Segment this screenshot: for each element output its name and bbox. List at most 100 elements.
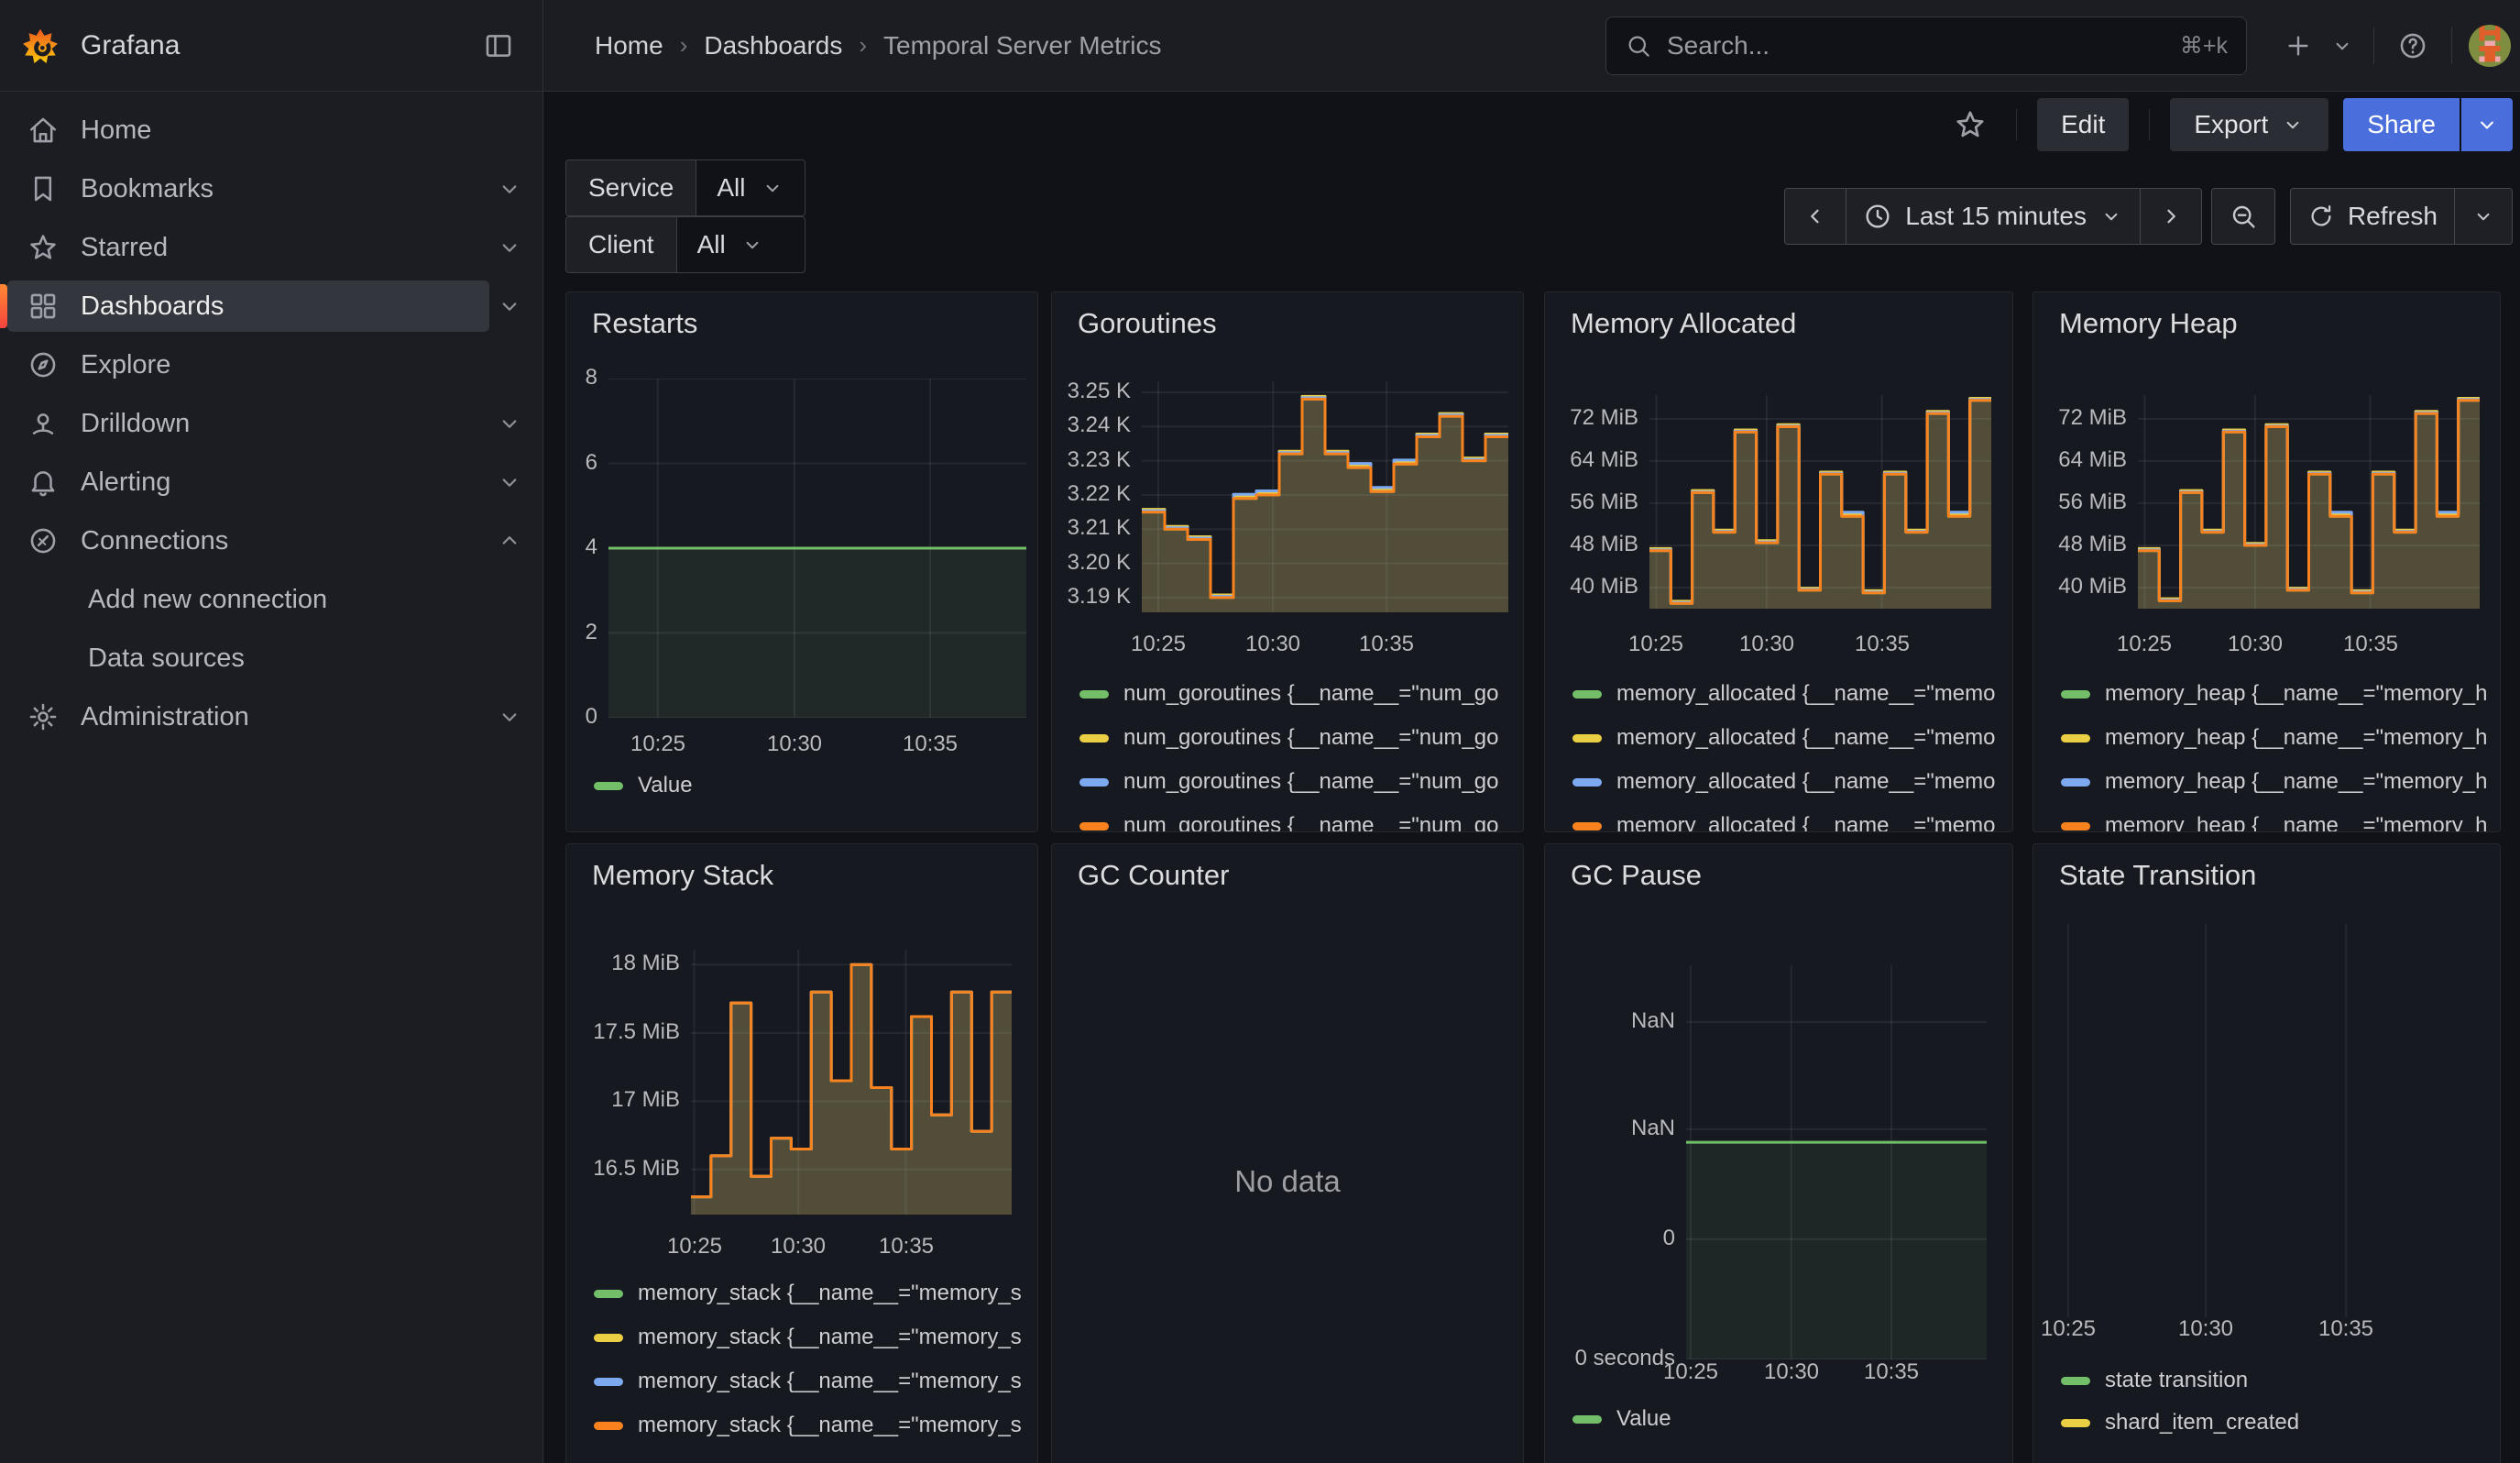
legend-item[interactable]: memory_stack {__name__="memory_s xyxy=(594,1271,1032,1315)
nav-brand-section: Grafana xyxy=(0,0,543,91)
sidebar-link-add-new-connection[interactable]: Add new connection xyxy=(7,574,542,625)
chart-canvas[interactable] xyxy=(1142,381,1508,612)
search-input[interactable]: Search... ⌘+k xyxy=(1605,16,2247,75)
legend-item[interactable]: memory_heap {__name__="memory_h xyxy=(2061,760,2494,804)
legend-label: state transition xyxy=(2105,1368,2248,1393)
legend-swatch xyxy=(2061,822,2090,830)
chart-canvas[interactable] xyxy=(1649,395,1991,609)
legend-item[interactable]: num_goroutines {__name__="num_go xyxy=(1079,804,1517,832)
panel-title[interactable]: Memory Allocated xyxy=(1571,307,1796,340)
y-axis-label: NaN xyxy=(1544,1116,1675,1141)
legend-item[interactable]: num_goroutines {__name__="num_go xyxy=(1079,760,1517,804)
panel-gc-pause: GC PauseNaNNaN00 seconds10:2510:3010:35V… xyxy=(1544,843,2013,1463)
y-axis-label: 2 xyxy=(565,620,597,645)
legend-item[interactable]: memory_stack {__name__="memory_s xyxy=(594,1359,1032,1403)
chart-canvas[interactable] xyxy=(1686,965,1987,1359)
x-axis-label: 10:35 xyxy=(842,1234,970,1260)
sidebar: Home Bookmarks Starred Dashboards Explore Dri… xyxy=(0,92,543,1463)
legend-label: memory_heap {__name__="memory_h xyxy=(2105,725,2487,751)
y-axis-label: 4 xyxy=(565,534,597,560)
sidebar-item-label: Alerting xyxy=(81,468,170,498)
legend-label: memory_stack {__name__="memory_s xyxy=(638,1281,1022,1306)
legend-item[interactable]: num_goroutines {__name__="num_go xyxy=(1079,672,1517,716)
sidebar-drilldown-toggle[interactable] xyxy=(489,403,530,444)
chart-canvas[interactable] xyxy=(2052,924,2494,1317)
gear-icon xyxy=(27,701,59,732)
profile-avatar[interactable] xyxy=(2469,25,2511,67)
legend-item[interactable]: memory_allocated {__name__="memo xyxy=(1572,716,2007,760)
sidebar-link-drilldown[interactable]: Drilldown xyxy=(7,398,489,449)
chart-canvas[interactable] xyxy=(691,950,1012,1215)
legend-item[interactable]: memory_allocated {__name__="memo xyxy=(1572,760,2007,804)
panel-memory-allocated: Memory Allocated72 MiB64 MiB56 MiB48 MiB… xyxy=(1544,292,2013,832)
legend-item[interactable]: memory_heap {__name__="memory_h xyxy=(2061,672,2494,716)
panel-grid: Restarts8642010:2510:3010:35ValueGorouti… xyxy=(543,92,2520,1463)
sidebar-link-connections[interactable]: Connections xyxy=(7,515,489,566)
legend-item[interactable]: memory_heap {__name__="memory_h xyxy=(2061,804,2494,832)
sidebar-link-home[interactable]: Home xyxy=(7,104,542,156)
nav-actions: Search... ⌘+k xyxy=(1605,16,2511,75)
legend-label: num_goroutines {__name__="num_go xyxy=(1123,681,1499,707)
search-shortcut: ⌘+k xyxy=(2180,32,2228,60)
panel-title[interactable]: Restarts xyxy=(592,307,697,340)
y-axis-label: 48 MiB xyxy=(2032,532,2127,557)
panel-title[interactable]: Memory Heap xyxy=(2059,307,2238,340)
y-axis-label: 3.24 K xyxy=(1051,412,1131,438)
y-axis-label: 3.21 K xyxy=(1051,515,1131,541)
legend-swatch xyxy=(2061,1419,2090,1427)
sidebar-link-explore[interactable]: Explore xyxy=(7,339,542,390)
legend-item[interactable]: Value xyxy=(594,764,1032,808)
panel-title[interactable]: Memory Stack xyxy=(592,859,773,892)
legend-item[interactable]: memory_heap {__name__="memory_h xyxy=(2061,716,2494,760)
brand-title: Grafana xyxy=(81,30,473,61)
chevron-down-icon xyxy=(496,468,523,496)
chart-canvas[interactable] xyxy=(2138,395,2480,609)
panel-title[interactable]: Goroutines xyxy=(1078,307,1217,340)
legend-item[interactable]: memory_allocated {__name__="memo xyxy=(1572,804,2007,832)
dock-menu-icon[interactable] xyxy=(473,20,524,72)
sidebar-dashboards-toggle[interactable] xyxy=(489,286,530,326)
sidebar-starred-toggle[interactable] xyxy=(489,227,530,268)
legend-label: Value xyxy=(638,773,693,798)
legend-item[interactable]: Value xyxy=(1572,1397,2007,1441)
legend-swatch xyxy=(1079,778,1109,786)
panel-title[interactable]: GC Pause xyxy=(1571,859,1702,892)
legend-swatch xyxy=(2061,778,2090,786)
sidebar-link-dashboards[interactable]: Dashboards xyxy=(7,280,489,332)
legend-label: memory_stack {__name__="memory_s xyxy=(638,1369,1022,1394)
chart-canvas[interactable] xyxy=(608,379,1026,718)
legend-item[interactable]: shard_item_created xyxy=(2061,1402,2494,1444)
legend: memory_stack {__name__="memory_s memory_s… xyxy=(594,1271,1032,1447)
plug-icon xyxy=(27,525,59,556)
sidebar-connections-toggle[interactable] xyxy=(489,521,530,561)
legend-item[interactable]: num_goroutines {__name__="num_go xyxy=(1079,716,1517,760)
breadcrumb-home[interactable]: Home xyxy=(595,31,663,60)
panel-title[interactable]: GC Counter xyxy=(1078,859,1229,892)
home-icon xyxy=(27,115,59,146)
legend-item[interactable]: memory_stack {__name__="memory_s xyxy=(594,1315,1032,1359)
legend-label: memory_allocated {__name__="memo xyxy=(1616,769,1995,795)
sidebar-link-administration[interactable]: Administration xyxy=(7,691,489,742)
breadcrumb-dashboards[interactable]: Dashboards xyxy=(704,31,842,60)
sidebar-alerting-toggle[interactable] xyxy=(489,462,530,502)
chevron-down-icon xyxy=(496,234,523,261)
legend: state transition shard_item_created xyxy=(2061,1359,2494,1444)
new-button[interactable] xyxy=(2273,20,2324,72)
new-chevron-icon[interactable] xyxy=(2324,20,2361,72)
legend-item[interactable]: memory_allocated {__name__="memo xyxy=(1572,672,2007,716)
legend: Value xyxy=(1572,1397,2007,1441)
x-axis-label: 10:25 xyxy=(594,732,722,757)
sidebar-link-data-sources[interactable]: Data sources xyxy=(7,632,542,684)
y-axis-label: 6 xyxy=(565,450,597,476)
sidebar-link-starred[interactable]: Starred xyxy=(7,222,489,273)
panel-title[interactable]: State Transition xyxy=(2059,859,2256,892)
sidebar-bookmarks-toggle[interactable] xyxy=(489,169,530,209)
y-axis-label: 72 MiB xyxy=(2032,405,2127,431)
help-icon[interactable] xyxy=(2387,20,2438,72)
drilldown-icon xyxy=(27,408,59,439)
sidebar-link-alerting[interactable]: Alerting xyxy=(7,456,489,508)
sidebar-administration-toggle[interactable] xyxy=(489,697,530,737)
sidebar-link-bookmarks[interactable]: Bookmarks xyxy=(7,163,489,214)
legend-item[interactable]: state transition xyxy=(2061,1359,2494,1402)
legend-item[interactable]: memory_stack {__name__="memory_s xyxy=(594,1403,1032,1447)
